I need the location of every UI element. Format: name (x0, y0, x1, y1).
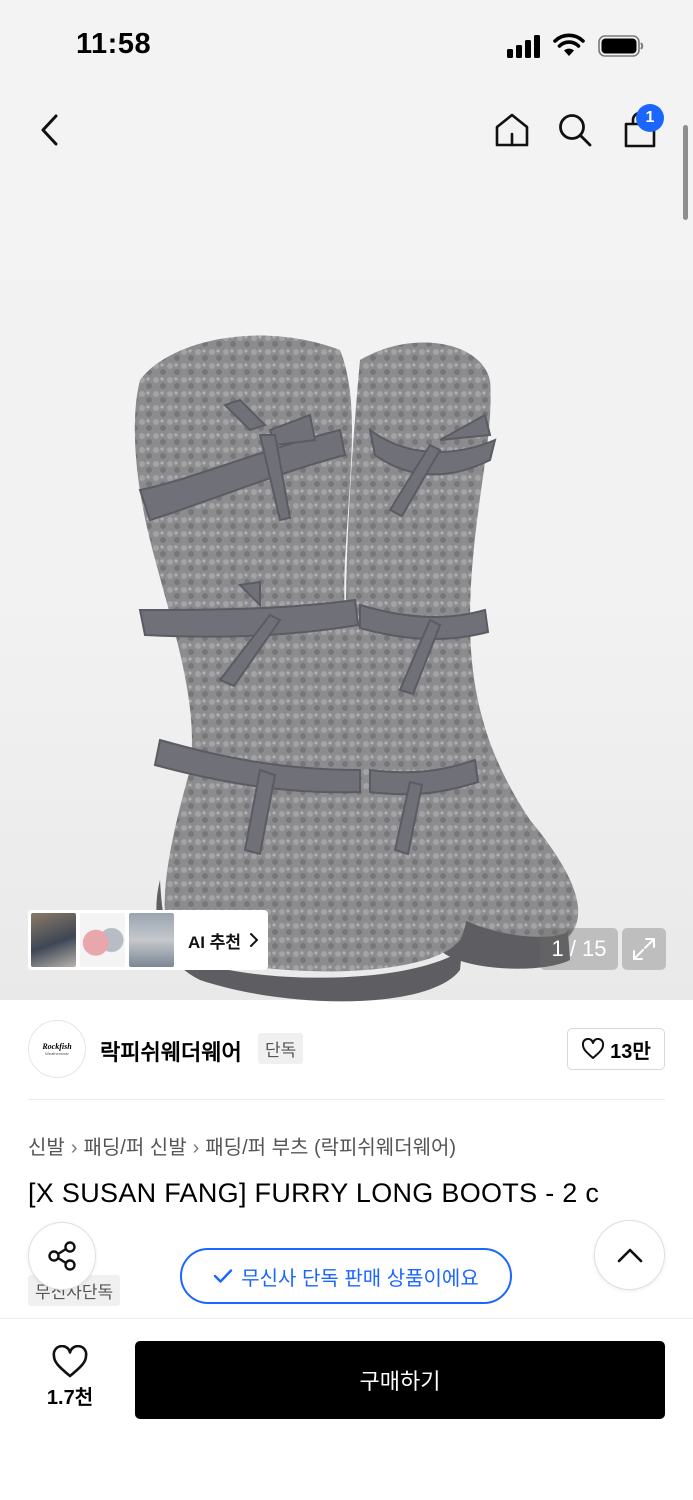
brand-name[interactable]: 락피쉬웨더웨어 (100, 1035, 242, 1067)
buy-button[interactable]: 구매하기 (135, 1341, 665, 1419)
cart-count-badge: 1 (636, 104, 664, 132)
battery-icon (598, 35, 644, 57)
exclusive-notice-text: 무신사 단독 판매 상품이에요 (241, 1267, 479, 1290)
share-icon (48, 1241, 76, 1271)
brand-like-button[interactable]: 13만 (567, 1028, 665, 1070)
back-button[interactable] (28, 108, 72, 152)
divider (28, 1099, 665, 1100)
wishlist-count: 1.7천 (46, 1387, 94, 1409)
brand-logo-text: Rockfish (42, 1042, 72, 1051)
brand-logo-subtext: Weatherwear (45, 1051, 69, 1056)
image-counter: 1 / 15 (540, 928, 618, 970)
checkmark-icon (214, 1269, 233, 1283)
breadcrumb-item[interactable]: 패딩/퍼 부츠 (락피쉬웨더웨어) (205, 1137, 456, 1159)
brand-exclusive-tag: 단독 (258, 1033, 304, 1064)
recommendation-thumbnail (129, 913, 174, 967)
top-navigation: 1 (0, 90, 693, 170)
chevron-right-icon (250, 933, 259, 947)
heart-outline-icon (582, 1038, 605, 1059)
product-image-area[interactable] (0, 90, 693, 1002)
chevron-up-icon (617, 1248, 642, 1263)
scroll-to-top-button[interactable] (594, 1220, 665, 1290)
bottom-action-bar: 1.7천 구매하기 (0, 1318, 693, 1500)
breadcrumb-item[interactable]: 패딩/퍼 신발 (83, 1137, 186, 1159)
breadcrumb-separator: › (70, 1137, 78, 1159)
scrollbar-thumb[interactable] (683, 125, 688, 220)
brand-logo[interactable]: Rockfish Weatherwear (28, 1020, 86, 1078)
search-icon (559, 114, 592, 147)
expand-image-button[interactable] (622, 928, 666, 970)
cellular-signal-icon (507, 34, 543, 58)
share-button[interactable] (28, 1222, 96, 1290)
exclusive-notice-pill[interactable]: 무신사 단독 판매 상품이에요 (180, 1248, 512, 1304)
breadcrumb-item[interactable]: 신발 (28, 1137, 65, 1159)
wishlist-button[interactable]: 1.7천 (30, 1345, 110, 1415)
recommendation-thumbnail (31, 913, 76, 967)
heart-outline-icon (52, 1345, 88, 1378)
wifi-icon (553, 33, 585, 56)
ai-recommendation-label: AI 추천 (188, 932, 242, 952)
status-bar: 11:58 (0, 0, 693, 90)
home-button[interactable] (490, 108, 534, 152)
recommendation-thumbnail (80, 913, 125, 967)
ai-recommendation-card[interactable]: AI 추천 (28, 910, 268, 970)
product-title: [X SUSAN FANG] FURRY LONG BOOTS - 2 c (28, 1178, 600, 1208)
chevron-left-icon (41, 114, 58, 146)
breadcrumb-separator: › (192, 1137, 200, 1159)
brand-like-count: 13만 (610, 1040, 651, 1063)
search-button[interactable] (553, 108, 597, 152)
home-icon (495, 113, 529, 147)
breadcrumb: 신발 › 패딩/퍼 신발 › 패딩/퍼 부츠 (락피쉬웨더웨어) (28, 1131, 456, 1160)
expand-icon (633, 938, 655, 960)
status-time: 11:58 (76, 28, 152, 60)
brand-row: Rockfish Weatherwear 락피쉬웨더웨어 단독 13만 (28, 1020, 665, 1080)
